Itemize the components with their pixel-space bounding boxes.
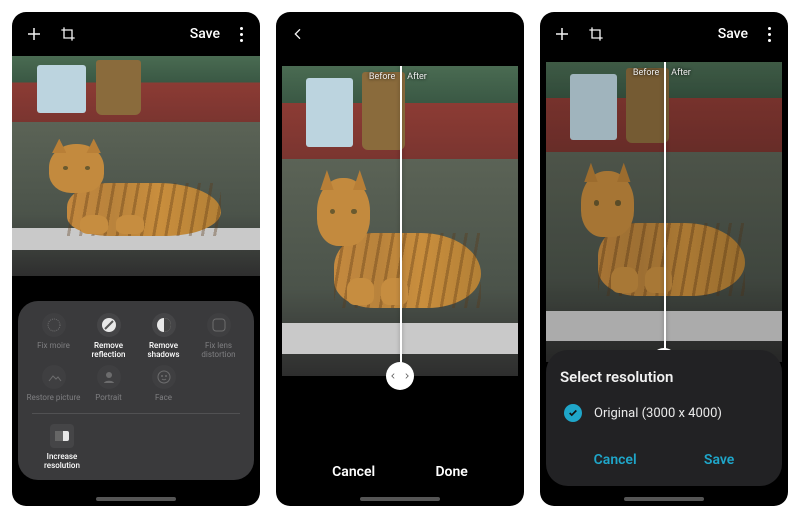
screen-resolution-dialog: Save Before After Select resolution Ori bbox=[540, 12, 788, 506]
home-indicator bbox=[360, 497, 440, 501]
tool-face[interactable]: Face bbox=[137, 365, 191, 402]
dialog-save-button[interactable]: Save bbox=[698, 444, 740, 476]
tool-increase-resolution[interactable]: Increase resolution bbox=[32, 424, 92, 470]
topbar: Save bbox=[12, 12, 260, 56]
cancel-button[interactable]: Cancel bbox=[332, 464, 375, 480]
add-icon[interactable] bbox=[24, 24, 44, 44]
add-icon[interactable] bbox=[552, 24, 572, 44]
tool-remove-shadows[interactable]: Remove shadows bbox=[137, 313, 191, 359]
reflection-icon bbox=[97, 313, 121, 337]
lens-icon bbox=[207, 313, 231, 337]
dialog-cancel-button[interactable]: Cancel bbox=[588, 444, 643, 476]
back-icon[interactable] bbox=[288, 24, 308, 44]
home-indicator bbox=[624, 497, 704, 501]
divider bbox=[32, 413, 240, 414]
home-indicator bbox=[96, 497, 176, 501]
more-icon[interactable] bbox=[234, 27, 248, 42]
tool-portrait[interactable]: Portrait bbox=[82, 365, 136, 402]
face-icon bbox=[152, 365, 176, 389]
topbar bbox=[276, 12, 524, 56]
photo-preview bbox=[12, 56, 260, 276]
bottom-actions: Cancel Done bbox=[276, 464, 524, 480]
tool-restore-picture[interactable]: Restore picture bbox=[27, 365, 81, 402]
resolution-option[interactable]: Original (3000 x 4000) bbox=[560, 402, 768, 424]
tools-sheet: Fix moire Remove reflection Remove shado… bbox=[18, 301, 254, 480]
shadows-icon bbox=[152, 313, 176, 337]
more-icon[interactable] bbox=[762, 27, 776, 42]
save-button[interactable]: Save bbox=[190, 26, 220, 42]
portrait-icon bbox=[97, 365, 121, 389]
topbar: Save bbox=[540, 12, 788, 56]
increase-resolution-icon bbox=[50, 424, 74, 448]
crop-icon[interactable] bbox=[58, 24, 78, 44]
save-button[interactable]: Save bbox=[718, 26, 748, 42]
moire-icon bbox=[42, 313, 66, 337]
crop-icon[interactable] bbox=[586, 24, 606, 44]
screen-tools: Save Fix moire Remove reflection Remove … bbox=[12, 12, 260, 506]
resolution-option-label: Original (3000 x 4000) bbox=[594, 406, 722, 421]
done-button[interactable]: Done bbox=[435, 464, 467, 480]
resolution-dialog: Select resolution Original (3000 x 4000)… bbox=[546, 350, 782, 486]
tool-fix-moire[interactable]: Fix moire bbox=[27, 313, 81, 359]
restore-icon bbox=[42, 365, 66, 389]
screen-compare: Before After Cancel Done bbox=[276, 12, 524, 506]
compare-preview[interactable]: Before After bbox=[282, 66, 518, 376]
radio-checked-icon bbox=[564, 404, 582, 422]
dialog-title: Select resolution bbox=[560, 368, 768, 386]
tool-remove-reflection[interactable]: Remove reflection bbox=[82, 313, 136, 359]
compare-preview: Before After bbox=[546, 62, 782, 362]
tool-fix-lens-distortion[interactable]: Fix lens distortion bbox=[192, 313, 246, 359]
